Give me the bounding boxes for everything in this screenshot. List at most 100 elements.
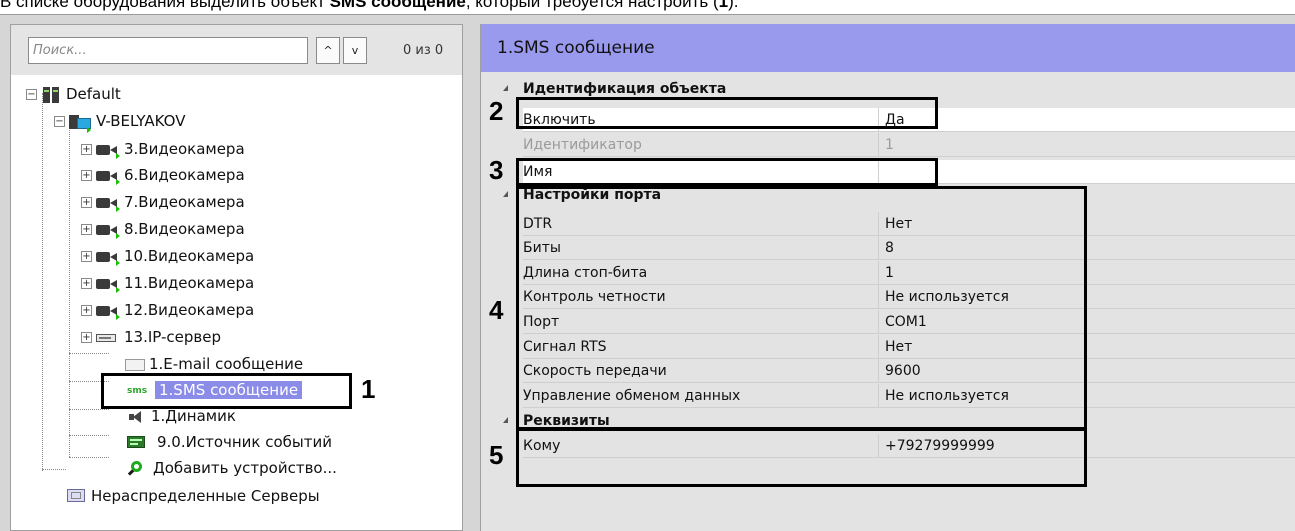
expand-toggle[interactable]: + <box>81 197 92 208</box>
search-input[interactable]: Поиск... <box>28 37 308 64</box>
callout-number-2: 2 <box>489 96 504 126</box>
property-row[interactable]: Скорость передачи 9600 <box>517 359 1295 383</box>
tree-guide-line <box>69 409 109 410</box>
equipment-tree-panel: Поиск... ^ v 0 из 0 − Default − V-BELYAK… <box>10 24 463 531</box>
expand-toggle[interactable]: + <box>81 332 92 343</box>
tree-label: 12.Видеокамера <box>124 301 255 319</box>
property-value[interactable]: Нет <box>878 335 1295 359</box>
property-row[interactable]: Биты 8 <box>517 236 1295 260</box>
search-prev-button[interactable]: ^ <box>316 37 340 64</box>
tree-node-unassigned[interactable]: Нераспределенные Серверы <box>65 485 320 507</box>
tree-label: 7.Видеокамера <box>124 193 245 211</box>
section-title: Идентификация объекта <box>523 81 727 97</box>
property-key: Сигнал RTS <box>523 335 878 359</box>
properties-panel: 1.SMS сообщение Идентификация объекта Вк… <box>480 24 1295 531</box>
tree-guide-line <box>69 435 109 436</box>
sms-icon: sms <box>127 385 148 396</box>
tree-node-default[interactable]: Default <box>41 83 121 105</box>
property-value[interactable]: Не используется <box>878 384 1295 408</box>
property-row[interactable]: Длина стоп-бита 1 <box>517 261 1295 285</box>
property-row[interactable]: DTR Нет <box>517 212 1295 236</box>
property-key: Порт <box>523 310 878 334</box>
tree-label: Default <box>66 85 121 103</box>
property-value[interactable]: Нет <box>878 212 1295 236</box>
tree-node-speaker[interactable]: 1.Динамик <box>127 405 236 427</box>
camera-icon <box>96 304 120 320</box>
tree-label: 10.Видеокамера <box>124 247 255 265</box>
event-source-icon <box>127 435 153 451</box>
tree-node-add-device[interactable]: Добавить устройство... <box>127 457 337 479</box>
section-title: Настройки порта <box>523 187 662 203</box>
property-key: Биты <box>523 236 878 260</box>
ip-server-icon <box>96 332 120 344</box>
expand-toggle[interactable]: + <box>81 170 92 181</box>
expand-toggle[interactable]: + <box>81 251 92 262</box>
tree-node-camera[interactable]: 3.Видеокамера <box>96 138 245 160</box>
tree-node-email[interactable]: 1.E-mail сообщение <box>123 353 303 375</box>
tree-node-camera[interactable]: 6.Видеокамера <box>96 164 245 186</box>
property-value[interactable]: COM1 <box>878 310 1295 334</box>
property-row-enable[interactable]: Включить Да <box>517 108 1295 132</box>
speaker-icon <box>127 410 149 424</box>
property-row-name[interactable]: Имя <box>517 160 1295 184</box>
property-value[interactable]: +79279999999 <box>878 434 1295 458</box>
tree-label-selected: 1.SMS сообщение <box>155 381 303 399</box>
tree-node-ip-server[interactable]: 13.IP-сервер <box>96 326 221 348</box>
tree-label: Нераспределенные Серверы <box>91 487 320 505</box>
tree-node-camera[interactable]: 7.Видеокамера <box>96 191 245 213</box>
expand-toggle[interactable]: + <box>81 278 92 289</box>
camera-icon <box>96 223 120 239</box>
tree-label: 13.IP-сервер <box>124 328 221 346</box>
property-key: Включить <box>523 108 878 132</box>
search-match-count: 0 из 0 <box>403 43 444 58</box>
section-requisites[interactable]: Реквизиты <box>481 410 1295 432</box>
section-port-settings[interactable]: Настройки порта <box>481 184 1295 206</box>
collapse-root-toggle[interactable]: − <box>26 89 37 100</box>
tree-node-server[interactable]: V-BELYAKOV <box>69 110 185 133</box>
tree-guide-line <box>69 457 109 458</box>
caption-prefix: В списке оборудования выделить объект <box>0 0 330 11</box>
expand-toggle[interactable]: + <box>81 305 92 316</box>
property-key: Кому <box>523 434 878 458</box>
tree-node-sms[interactable]: sms 1.SMS сообщение <box>127 379 303 401</box>
property-value[interactable]: Не используется <box>878 285 1295 309</box>
tree-guide-line <box>42 469 66 470</box>
property-value[interactable]: 9600 <box>878 359 1295 383</box>
property-key: Длина стоп-бита <box>523 261 878 285</box>
camera-icon <box>96 277 120 293</box>
callout-number-1: 1 <box>361 374 376 404</box>
property-value[interactable] <box>878 160 1295 184</box>
tree-label: 6.Видеокамера <box>124 166 245 184</box>
caption-bold-number: 1 <box>718 0 729 11</box>
property-value[interactable]: 1 <box>878 261 1295 285</box>
property-row-id: Идентификатор 1 <box>517 133 1295 157</box>
property-value[interactable]: 8 <box>878 236 1295 260</box>
property-row-to[interactable]: Кому +79279999999 <box>517 434 1295 458</box>
properties-title: 1.SMS сообщение <box>481 24 1295 72</box>
property-value: 1 <box>878 133 1295 157</box>
property-key: Скорость передачи <box>523 359 878 383</box>
tree-node-event-source[interactable]: 9.0.Источник событий <box>127 431 332 453</box>
property-row[interactable]: Управление обменом данных Не используется <box>517 384 1295 408</box>
expand-toggle[interactable]: + <box>81 224 92 235</box>
tree-node-camera[interactable]: 12.Видеокамера <box>96 299 254 321</box>
tree-node-camera[interactable]: 11.Видеокамера <box>96 272 254 294</box>
callout-number-3: 3 <box>489 155 504 185</box>
tree-guide-line <box>69 353 109 354</box>
property-row[interactable]: Сигнал RTS Нет <box>517 335 1295 359</box>
tree-guide-line <box>69 121 70 457</box>
property-value[interactable]: Да <box>878 108 1295 132</box>
property-row[interactable]: Порт COM1 <box>517 310 1295 334</box>
tree-node-camera[interactable]: 8.Видеокамера <box>96 218 245 240</box>
tree-guide-line <box>42 93 43 471</box>
property-row[interactable]: Контроль четности Не используется <box>517 285 1295 309</box>
expand-toggle[interactable]: + <box>81 144 92 155</box>
property-key: Контроль четности <box>523 285 878 309</box>
collapse-server-toggle[interactable]: − <box>54 116 65 127</box>
search-next-button[interactable]: v <box>343 37 367 64</box>
section-identification[interactable]: Идентификация объекта <box>481 78 1295 100</box>
camera-icon <box>96 250 120 266</box>
camera-icon <box>96 143 120 159</box>
tree-node-camera[interactable]: 10.Видеокамера <box>96 245 254 267</box>
section-title: Реквизиты <box>523 413 610 429</box>
